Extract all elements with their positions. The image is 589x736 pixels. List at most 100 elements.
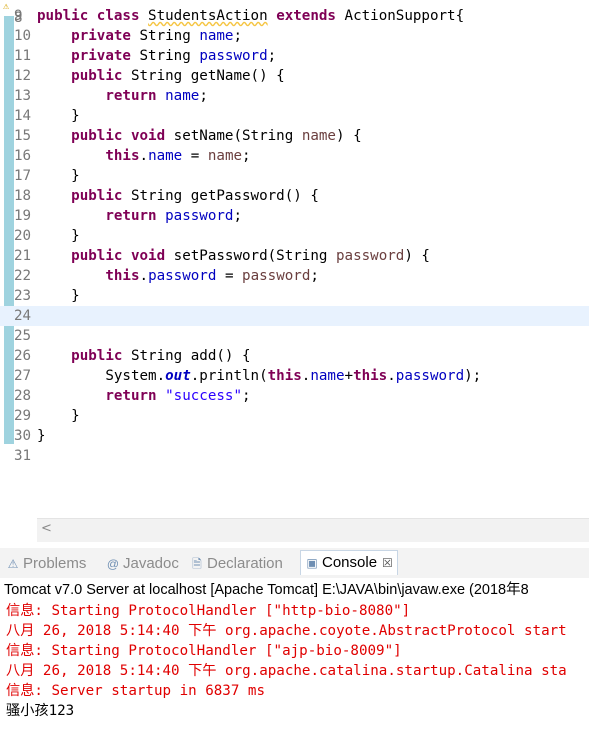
code-token: .	[139, 268, 149, 284]
code-text: private String password;	[37, 46, 276, 66]
code-line[interactable]: 16 this.name = name;	[0, 146, 589, 166]
tab-label: Console	[322, 554, 378, 571]
code-token: =	[216, 268, 243, 284]
code-line[interactable]: 19 return password;	[0, 206, 589, 226]
code-token: name	[199, 28, 234, 44]
code-token: ;	[242, 148, 251, 164]
code-line[interactable]: 13 return name;	[0, 86, 589, 106]
code-token: public	[71, 68, 123, 84]
code-token: .	[139, 148, 149, 164]
code-token: String getName() {	[122, 68, 285, 84]
code-token: =	[182, 148, 208, 164]
code-line[interactable]: 25	[0, 326, 589, 346]
code-text: System.out.println(this.name+this.passwo…	[37, 366, 481, 386]
code-token: String	[130, 28, 200, 44]
tab-console[interactable]: ▣ Console ☒	[300, 550, 398, 575]
line-number: 29	[14, 408, 32, 424]
code-token: System.	[37, 368, 166, 384]
line-number: 11	[14, 48, 32, 64]
line-number: 12	[14, 68, 32, 84]
code-line[interactable]: 12 public String getName() {	[0, 66, 589, 86]
code-token: }	[37, 288, 80, 304]
tab-problems[interactable]: ⚠ Problems	[6, 552, 87, 576]
code-line[interactable]: 29 }	[0, 406, 589, 426]
code-token: String getPassword() {	[122, 188, 319, 204]
code-line[interactable]: 9 public class StudentsAction extends Act…	[0, 6, 589, 26]
code-line[interactable]: 18 public String getPassword() {	[0, 186, 589, 206]
code-token: password	[242, 268, 311, 284]
code-text: public String getPassword() {	[37, 186, 319, 206]
console-line: 八月 26, 2018 5:14:40 下午 org.apache.catali…	[6, 663, 567, 679]
code-line[interactable]: 14 }	[0, 106, 589, 126]
code-token: setName(String	[165, 128, 302, 144]
code-token: public void	[71, 128, 166, 144]
code-token: public void	[71, 248, 166, 264]
scroll-left-icon[interactable]: <	[41, 521, 52, 536]
code-token: extends	[276, 8, 336, 24]
code-token: name	[301, 128, 336, 144]
code-token: password	[395, 368, 465, 384]
line-number: 16	[14, 148, 32, 164]
code-token: }	[37, 408, 80, 424]
code-text: return name;	[37, 86, 208, 106]
code-line[interactable]: 22 this.password = password;	[0, 266, 589, 286]
code-line[interactable]: 23 }	[0, 286, 589, 306]
code-line[interactable]: 26 public String add() {	[0, 346, 589, 366]
code-line[interactable]: 21 public void setPassword(String passwo…	[0, 246, 589, 266]
tab-label: Javadoc	[123, 555, 179, 572]
tab-declaration[interactable]: 🗎 Declaration	[190, 552, 283, 576]
code-text: this.password = password;	[37, 266, 319, 286]
code-token: return	[105, 208, 157, 224]
code-token: ) {	[335, 128, 362, 144]
close-icon[interactable]: ☒	[382, 556, 393, 570]
tab-javadoc[interactable]: @ Javadoc	[106, 552, 179, 576]
console-icon: ▣	[306, 556, 318, 570]
java-editor[interactable]: ⚠ 8 9 public class StudentsAction extends…	[0, 0, 589, 543]
code-line[interactable]: 10 private String name;	[0, 26, 589, 46]
code-token: ;	[233, 28, 243, 44]
code-token: String	[130, 48, 200, 64]
view-tab-bar: ⚠ Problems @ Javadoc 🗎 Declaration ▣ Console ☒	[0, 548, 589, 578]
code-token: this	[267, 368, 302, 384]
code-token: private	[71, 28, 131, 44]
code-token: );	[464, 368, 482, 384]
code-line[interactable]: 28 return "success";	[0, 386, 589, 406]
code-text: public void setName(String name) {	[37, 126, 362, 146]
code-token: password	[199, 48, 268, 64]
console-line: 信息: Starting ProtocolHandler ["http-bio-…	[6, 603, 411, 619]
line-number: 9	[14, 8, 23, 24]
code-text: return password;	[37, 206, 242, 226]
code-line[interactable]: 20 }	[0, 226, 589, 246]
code-line[interactable]: 17 }	[0, 166, 589, 186]
code-token: name	[165, 88, 200, 104]
line-number: 22	[14, 268, 32, 284]
code-text: }	[37, 106, 80, 126]
code-token: name	[207, 148, 243, 164]
code-line[interactable]: 11 private String password;	[0, 46, 589, 66]
code-token: public	[71, 348, 123, 364]
code-token: }	[37, 428, 46, 444]
line-number: 14	[14, 108, 32, 124]
code-line[interactable]: 27 System.out.println(this.name+this.pas…	[0, 366, 589, 386]
code-token: private	[71, 48, 131, 64]
line-number: 27	[14, 368, 32, 384]
tab-label: Declaration	[207, 555, 283, 572]
code-token: password	[335, 248, 405, 264]
code-line[interactable]: 24	[0, 306, 589, 326]
code-token: }	[37, 108, 80, 124]
code-line[interactable]: 31	[0, 446, 589, 466]
horizontal-scrollbar[interactable]: <	[37, 518, 589, 542]
code-line[interactable]: 15 public void setName(String name) {	[0, 126, 589, 146]
code-line[interactable]: 30}	[0, 426, 589, 446]
